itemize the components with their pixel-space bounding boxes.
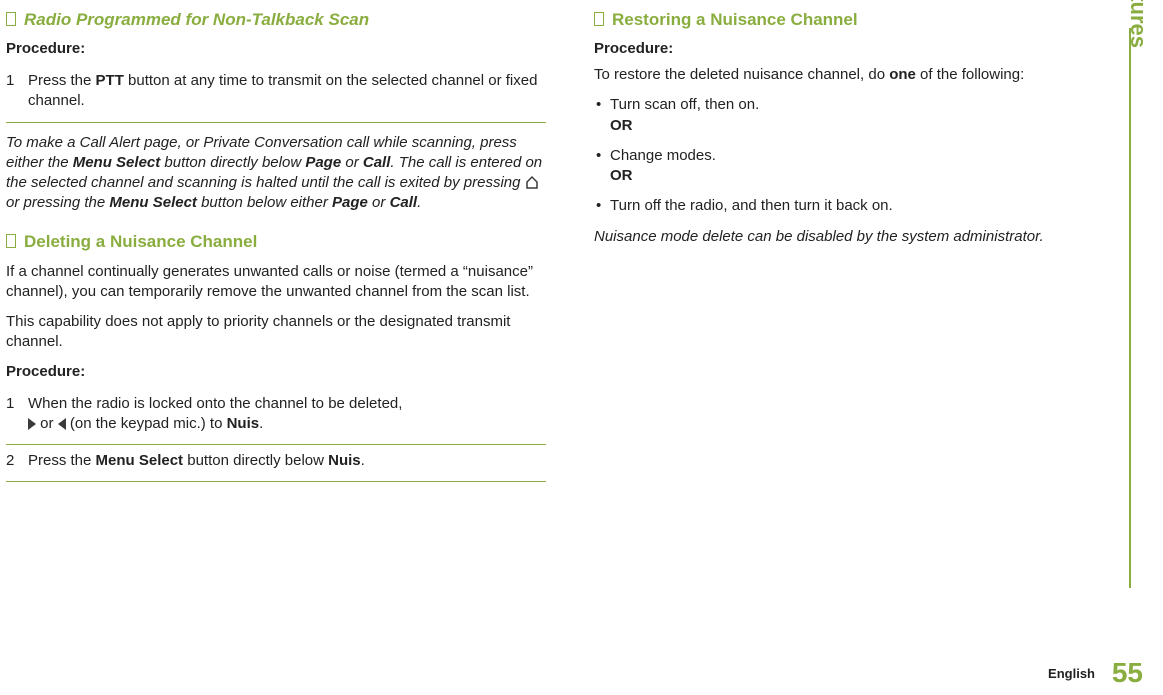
restore-bullet-3: Turn off the radio, and then turn it bac… (594, 196, 1114, 216)
restore-intro: To restore the deleted nuisance channel,… (594, 65, 1114, 85)
delete-step-2: 2 Press the Menu Select button directly … (6, 445, 546, 482)
page-number: 55 (1112, 657, 1143, 689)
side-tab-label: Advanced Features (1125, 0, 1151, 48)
ptt-term: PTT (96, 72, 124, 89)
step-number: 1 (6, 71, 28, 91)
delete-steps: 1 When the radio is locked onto the chan… (6, 388, 546, 483)
delete-para-1: If a channel continually generates unwan… (6, 262, 546, 303)
delete-step-1-text: When the radio is locked onto the channe… (28, 394, 402, 435)
scan-steps: 1 Press the PTT button at any time to tr… (6, 65, 546, 123)
section-heading-scan: Radio Programmed for Non-Talkback Scan (6, 10, 546, 30)
right-column: Restoring a Nuisance Channel Procedure: … (594, 6, 1114, 482)
restore-bullet-1: Turn scan off, then on. OR (594, 95, 1114, 136)
heading-box-icon (6, 12, 16, 26)
section-heading-restore: Restoring a Nuisance Channel (594, 10, 1114, 30)
heading-box-icon (6, 234, 16, 248)
delete-step-1: 1 When the radio is locked onto the chan… (6, 388, 546, 446)
procedure-label: Procedure: (6, 40, 546, 57)
call-softkey-2: Call (390, 194, 418, 211)
nuis-softkey-2: Nuis (328, 452, 361, 469)
page-softkey-2: Page (332, 194, 368, 211)
procedure-label-3: Procedure: (594, 40, 1114, 57)
arrow-right-icon (28, 418, 36, 430)
or-label: OR (610, 117, 633, 134)
step-number: 1 (6, 394, 28, 414)
delete-step-2-text: Press the Menu Select button directly be… (28, 451, 365, 471)
delete-para-2: This capability does not apply to priori… (6, 312, 546, 353)
step-number: 2 (6, 451, 28, 471)
restore-bullets: Turn scan off, then on. OR Change modes.… (594, 95, 1114, 216)
scan-note: To make a Call Alert page, or Private Co… (6, 133, 546, 214)
two-column-layout: Radio Programmed for Non-Talkback Scan P… (0, 6, 1163, 482)
restore-bullet-2: Change modes. OR (594, 146, 1114, 187)
language-label: English (1048, 666, 1095, 681)
scan-step-1-text: Press the PTT button at any time to tran… (28, 71, 546, 112)
nuis-softkey: Nuis (227, 415, 260, 432)
section-heading-delete-text: Deleting a Nuisance Channel (24, 232, 257, 251)
side-tab-line (1129, 28, 1131, 588)
section-heading-restore-text: Restoring a Nuisance Channel (612, 10, 858, 29)
procedure-label-2: Procedure: (6, 363, 546, 380)
section-heading-scan-text: Radio Programmed for Non-Talkback Scan (24, 10, 369, 29)
section-heading-delete: Deleting a Nuisance Channel (6, 232, 546, 252)
heading-box-icon (594, 12, 604, 26)
or-label-2: OR (610, 167, 633, 184)
left-column: Radio Programmed for Non-Talkback Scan P… (6, 6, 546, 482)
scan-step-1: 1 Press the PTT button at any time to tr… (6, 65, 546, 123)
arrow-left-icon (58, 418, 66, 430)
one-term: one (889, 66, 916, 83)
call-softkey: Call (363, 154, 391, 171)
menu-select-term: Menu Select (73, 154, 161, 171)
side-tab: Advanced Features (1105, 28, 1145, 588)
restore-note: Nuisance mode delete can be disabled by … (594, 227, 1114, 247)
menu-select-term-2: Menu Select (109, 194, 197, 211)
page-softkey: Page (305, 154, 341, 171)
page-root: Radio Programmed for Non-Talkback Scan P… (0, 0, 1163, 695)
home-icon (525, 177, 539, 189)
menu-select-term-3: Menu Select (96, 452, 184, 469)
